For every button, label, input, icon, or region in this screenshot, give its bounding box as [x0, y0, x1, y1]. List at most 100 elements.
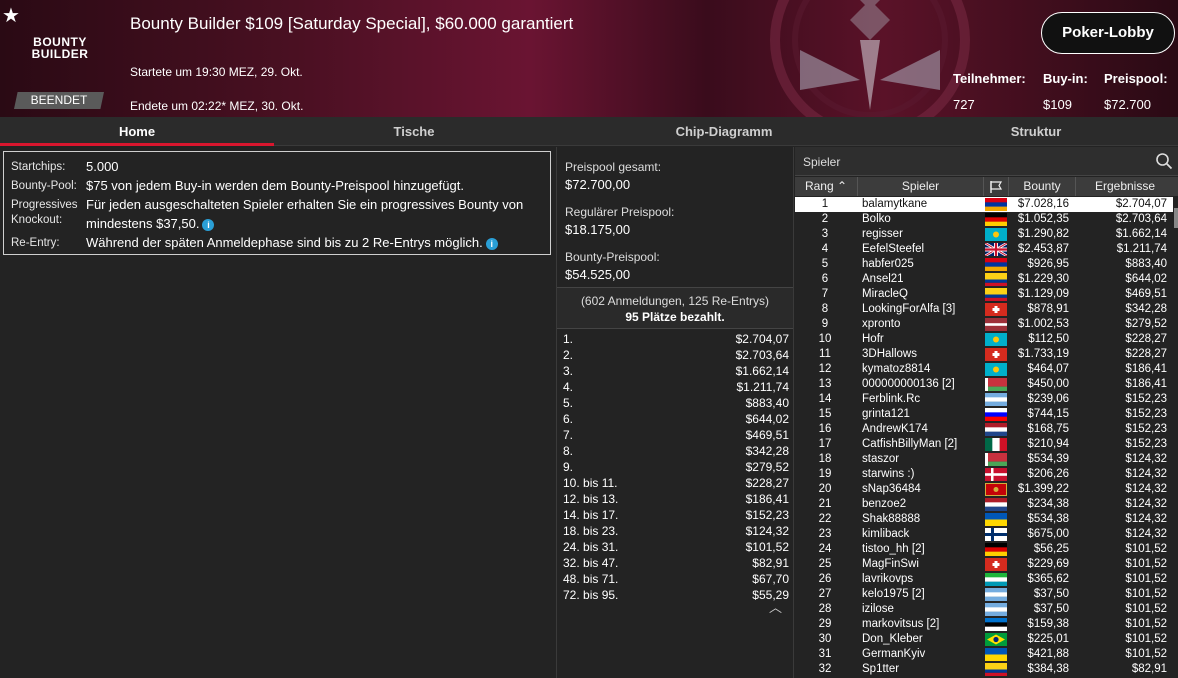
player-name: benzoe2	[862, 498, 907, 510]
tab-tische[interactable]: Tische	[274, 117, 554, 146]
player-row[interactable]: 8 LookingForAlfa [3] $878,91 $342,28	[795, 302, 1173, 317]
player-row[interactable]: 24 tistoo_hh [2] $56,25 $101,52	[795, 542, 1173, 557]
player-row[interactable]: 5 habfer025 $926,95 $883,40	[795, 257, 1173, 272]
player-rank: 29	[818, 618, 832, 630]
player-row[interactable]: 12 kymatoz8814 $464,07 $186,41	[795, 362, 1173, 377]
player-row[interactable]: 19 starwins :) $206,26 $124,32	[795, 467, 1173, 482]
player-row[interactable]: 13 000000000136 [2] $450,00 $186,41	[795, 377, 1173, 392]
payout-row: 72. bis 95. $55,29	[557, 587, 793, 603]
switzerland-flag-icon	[985, 348, 1007, 361]
player-rank: 14	[818, 393, 832, 405]
bountypool-label: Bounty-Pool:	[11, 180, 77, 192]
player-row[interactable]: 9 xpronto $1.002,53 $279,52	[795, 317, 1173, 332]
player-row[interactable]: 11 3DHallows $1.733,19 $228,27	[795, 347, 1173, 362]
player-name: AndrewK174	[862, 423, 928, 435]
player-bounty: $239,06	[1027, 393, 1069, 405]
tab-chip-diagramm[interactable]: Chip-Diagramm	[554, 117, 894, 146]
bountypool-value: $75 von jedem Buy-in werden dem Bounty-P…	[86, 178, 464, 193]
player-rank: 31	[818, 648, 832, 660]
player-result: $279,52	[1125, 318, 1167, 330]
players-table-header: Rang ⌃ Spieler Bounty Ergebnisse	[795, 177, 1178, 196]
player-result: $124,32	[1125, 498, 1167, 510]
player-row[interactable]: 2 Bolko $1.052,35 $2.703,64	[795, 212, 1173, 227]
participants-label: Teilnehmer:	[953, 71, 1026, 86]
player-row[interactable]: 28 izilose $37,50 $101,52	[795, 602, 1173, 617]
player-result: $2.703,64	[1115, 213, 1167, 225]
player-result: $152,23	[1125, 393, 1167, 405]
info-pko: Progressives Knockout: Für jeden ausgesc…	[11, 195, 543, 233]
player-result: $124,32	[1125, 453, 1167, 465]
player-row[interactable]: 23 kimliback $675,00 $124,32	[795, 527, 1173, 542]
player-row[interactable]: 6 Ansel21 $1.229,30 $644,02	[795, 272, 1173, 287]
payout-place: 8.	[563, 444, 574, 458]
player-row[interactable]: 26 lavrikovps $365,62 $101,52	[795, 572, 1173, 587]
search-icon[interactable]	[1155, 152, 1173, 170]
player-row[interactable]: 20 sNap36484 $1.399,22 $124,32	[795, 482, 1173, 497]
favorite-star-icon[interactable]: ★	[2, 3, 20, 28]
player-row[interactable]: 4 EefelSteefel $2.453,87 $1.211,74	[795, 242, 1173, 257]
player-row[interactable]: 30 Don_Kleber $225,01 $101,52	[795, 632, 1173, 647]
search-input[interactable]: Spieler	[803, 155, 840, 169]
tab-struktur[interactable]: Struktur	[894, 117, 1178, 146]
player-bounty: $1.733,19	[1017, 348, 1069, 360]
column-results[interactable]: Ergebnisse	[1076, 177, 1174, 196]
kazakhstan-flag-icon	[985, 228, 1007, 241]
column-flag[interactable]	[984, 177, 1009, 196]
player-name: balamytkane	[862, 198, 928, 210]
tab-home[interactable]: Home	[0, 117, 274, 146]
player-row[interactable]: 32 Sp1tter $384,38 $82,91	[795, 662, 1173, 677]
players-scrollbar[interactable]	[1174, 208, 1178, 228]
payout-amount: $228,27	[745, 476, 789, 490]
player-bounty: $1.002,53	[1017, 318, 1069, 330]
logo-line-2: BUILDER	[31, 47, 89, 61]
slovenia-flag-icon	[985, 408, 1007, 421]
payout-row: 5. $883,40	[557, 395, 793, 411]
player-row[interactable]: 22 Shak88888 $534,38 $124,32	[795, 512, 1173, 527]
player-row[interactable]: 7 MiracleQ $1.129,09 $469,51	[795, 287, 1173, 302]
player-name: markovitsus [2]	[862, 618, 940, 630]
column-bounty[interactable]: Bounty	[1009, 177, 1076, 196]
info-icon[interactable]: i	[485, 237, 498, 250]
player-bounty: $1.052,35	[1017, 213, 1069, 225]
prizepool-panel: Preispool gesamt: $72.700,00 Regulärer P…	[556, 147, 794, 678]
payout-amount: $124,32	[745, 524, 789, 538]
player-row[interactable]: 25 MagFinSwi $229,69 $101,52	[795, 557, 1173, 572]
info-icon[interactable]: i	[202, 218, 215, 231]
belarus-flag-icon	[985, 453, 1007, 466]
column-player[interactable]: Spieler	[858, 177, 984, 196]
player-result: $186,41	[1125, 363, 1167, 375]
player-row[interactable]: 14 Ferblink.Rc $239,06 $152,23	[795, 392, 1173, 407]
player-search-bar[interactable]: Spieler	[795, 147, 1178, 176]
player-rank: 32	[818, 663, 832, 675]
player-row[interactable]: 10 Hofr $112,50 $228,27	[795, 332, 1173, 347]
estonia-flag-icon	[985, 618, 1007, 631]
player-row[interactable]: 1 balamytkane $7.028,16 $2.704,07	[795, 197, 1173, 212]
payout-amount: $1.211,74	[736, 380, 790, 394]
player-row[interactable]: 27 kelo1975 [2] $37,50 $101,52	[795, 587, 1173, 602]
player-row[interactable]: 16 AndrewK174 $168,75 $152,23	[795, 422, 1173, 437]
poker-lobby-button[interactable]: Poker-Lobby	[1041, 12, 1175, 54]
column-rank[interactable]: Rang ⌃	[795, 177, 858, 196]
player-row[interactable]: 17 CatfishBillyMan [2] $210,94 $152,23	[795, 437, 1173, 452]
player-row[interactable]: 31 GermanKyiv $421,88 $101,52	[795, 647, 1173, 662]
belarus-flag-icon	[985, 378, 1007, 391]
player-row[interactable]: 15 grinta121 $744,15 $152,23	[795, 407, 1173, 422]
player-rank: 30	[818, 633, 832, 645]
colombia-flag-icon	[985, 288, 1007, 301]
payout-amount: $1.662,14	[735, 364, 789, 378]
player-bounty: $534,38	[1027, 513, 1069, 525]
uk-flag-icon	[985, 243, 1007, 256]
player-row[interactable]: 3 regisser $1.290,82 $1.662,14	[795, 227, 1173, 242]
player-row[interactable]: 21 benzoe2 $234,38 $124,32	[795, 497, 1173, 512]
denmark-flag-icon	[985, 468, 1007, 481]
player-rank: 15	[818, 408, 832, 420]
player-bounty: $1.229,30	[1017, 273, 1069, 285]
player-name: xpronto	[862, 318, 901, 330]
player-bounty: $112,50	[1028, 333, 1069, 345]
payout-place: 48. bis 71.	[563, 572, 619, 586]
collapse-chevron-icon[interactable]: ︿	[769, 597, 782, 616]
payout-place: 12. bis 13.	[563, 492, 619, 506]
player-row[interactable]: 18 staszor $534,39 $124,32	[795, 452, 1173, 467]
argentina-flag-icon	[985, 603, 1007, 616]
player-row[interactable]: 29 markovitsus [2] $159,38 $101,52	[795, 617, 1173, 632]
